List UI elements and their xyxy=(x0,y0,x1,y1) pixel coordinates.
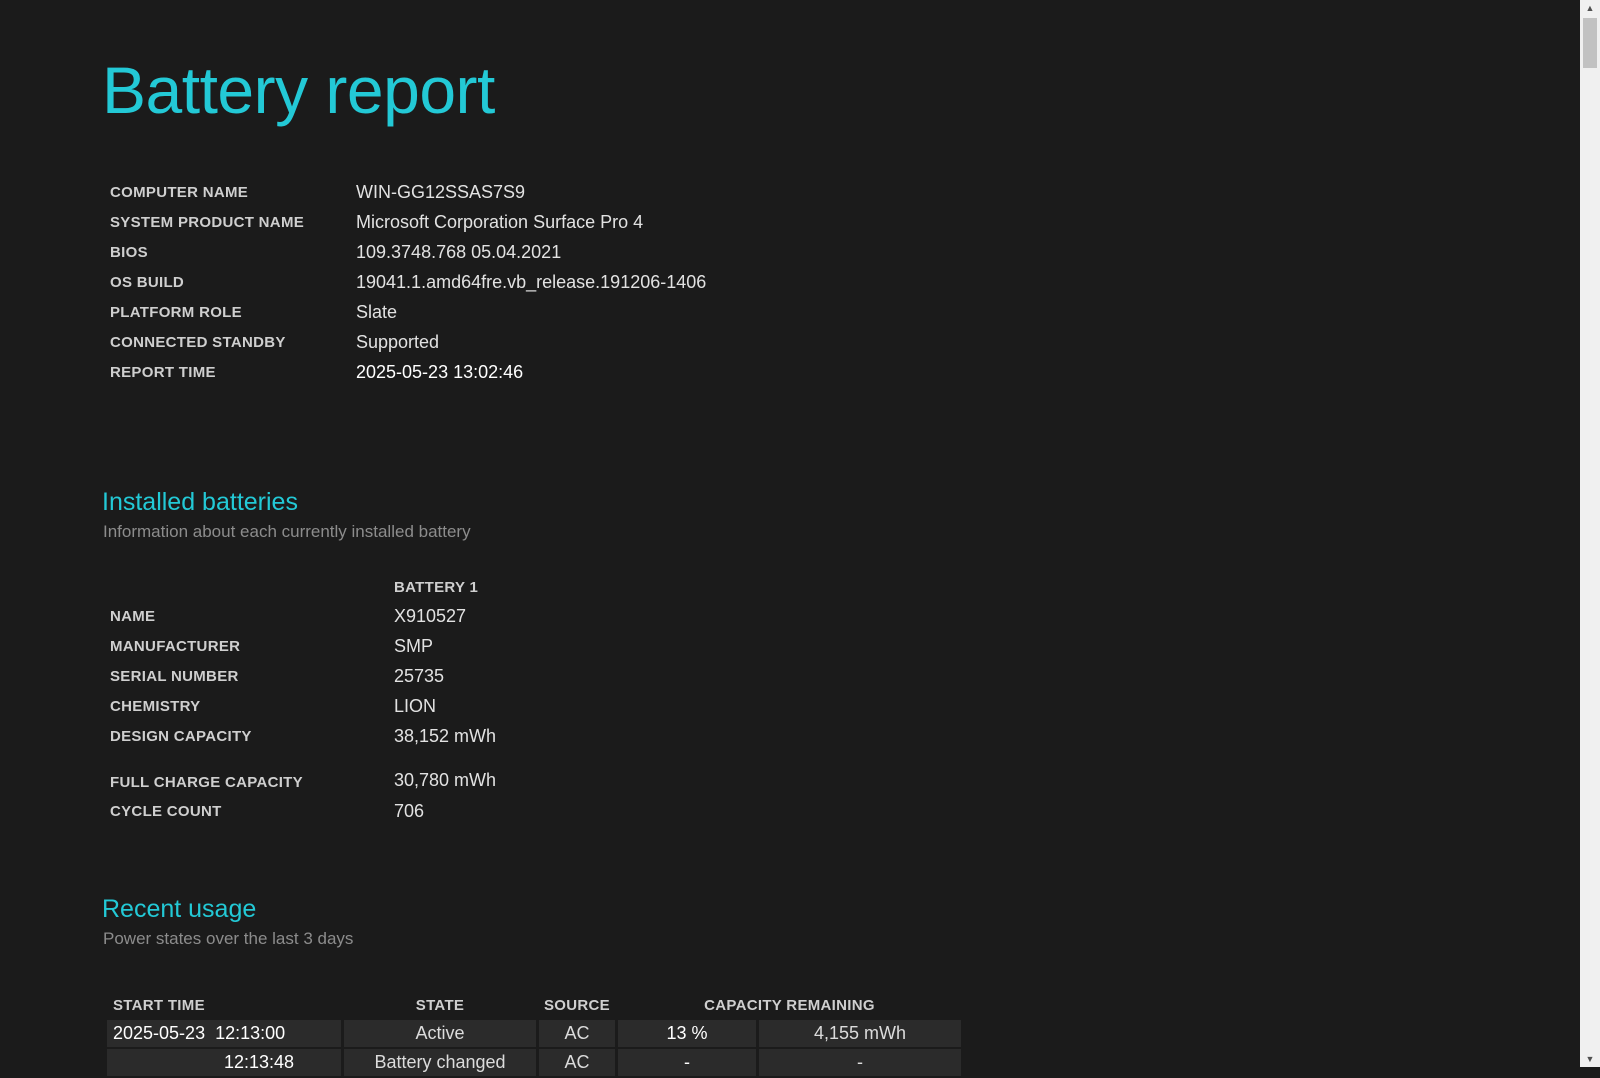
capacity-remaining-header: CAPACITY REMAINING xyxy=(704,996,875,1014)
system-value: WIN-GG12SSAS7S9 xyxy=(356,181,526,202)
system-label: BIOS xyxy=(110,243,148,261)
battery-label: SERIAL NUMBER xyxy=(110,667,239,685)
recent-usage-table: START TIME STATE SOURCE CAPACITY REMAINI… xyxy=(104,990,964,1078)
battery-value: LION xyxy=(394,695,437,716)
system-label: OS BUILD xyxy=(110,273,185,291)
system-label: PLATFORM ROLE xyxy=(110,303,242,321)
battery-label: NAME xyxy=(110,607,156,625)
usage-row: 2025-05-23 12:13:00 Active AC 13 % 4,155… xyxy=(107,1020,961,1047)
usage-source: AC xyxy=(539,1049,615,1076)
system-row: SYSTEM PRODUCT NAME Microsoft Corporatio… xyxy=(110,207,706,237)
installed-batteries-heading: Installed batteries xyxy=(102,488,298,516)
usage-capacity-mwh: 4,155 mWh xyxy=(759,1020,961,1047)
battery-value: 25735 xyxy=(394,665,445,686)
usage-row: 12:13:48 Battery changed AC - - xyxy=(107,1049,961,1076)
source-header: SOURCE xyxy=(544,996,610,1014)
battery-label: DESIGN CAPACITY xyxy=(110,727,252,745)
system-row: OS BUILD 19041.1.amd64fre.vb_release.191… xyxy=(110,267,706,297)
usage-start-time: 12:13:48 xyxy=(107,1049,341,1076)
system-value: Slate xyxy=(356,301,398,322)
battery-column-header: BATTERY 1 xyxy=(394,578,479,596)
battery-value: 30,780 mWh xyxy=(394,770,497,790)
battery-value: X910527 xyxy=(394,605,467,626)
battery-label: CYCLE COUNT xyxy=(110,802,222,820)
battery-row: CYCLE COUNT 706 xyxy=(110,796,496,826)
blank-header xyxy=(110,573,394,601)
usage-state: Battery changed xyxy=(344,1049,536,1076)
page-title: Battery report xyxy=(102,53,495,127)
state-header: STATE xyxy=(415,996,465,1014)
usage-source: AC xyxy=(539,1020,615,1047)
system-value: Supported xyxy=(356,331,440,352)
system-value: 19041.1.amd64fre.vb_release.191206-1406 xyxy=(356,271,707,292)
usage-state: Active xyxy=(344,1020,536,1047)
battery-report-page: Battery report COMPUTER NAME WIN-GG12SSA… xyxy=(0,0,1580,1076)
battery-header-row: BATTERY 1 xyxy=(110,573,496,601)
scroll-down-arrow-icon[interactable]: ▼ xyxy=(1580,1051,1600,1067)
usage-capacity-mwh: - xyxy=(759,1049,961,1076)
battery-row: NAME X910527 xyxy=(110,601,496,631)
system-value: Microsoft Corporation Surface Pro 4 xyxy=(356,211,644,232)
battery-value: 706 xyxy=(394,800,425,821)
system-row: CONNECTED STANDBY Supported xyxy=(110,327,706,357)
battery-label: CHEMISTRY xyxy=(110,697,201,715)
usage-capacity-percent: - xyxy=(618,1049,756,1076)
battery-row: CHEMISTRY LION xyxy=(110,691,496,721)
usage-start-time: 2025-05-23 12:13:00 xyxy=(107,1020,341,1047)
usage-time: 12:13:00 xyxy=(215,1023,286,1043)
usage-time: 12:13:48 xyxy=(224,1052,295,1072)
installed-batteries-table: BATTERY 1 NAME X910527 MANUFACTURER SMP … xyxy=(110,573,496,826)
system-value: 109.3748.768 05.04.2021 xyxy=(356,241,562,262)
recent-usage-heading: Recent usage xyxy=(102,895,257,923)
battery-label: MANUFACTURER xyxy=(110,637,241,655)
system-label: REPORT TIME xyxy=(110,363,216,381)
system-label: CONNECTED STANDBY xyxy=(110,333,286,351)
system-row: BIOS 109.3748.768 05.04.2021 xyxy=(110,237,706,267)
scroll-up-arrow-icon[interactable]: ▲ xyxy=(1580,0,1600,16)
installed-batteries-subtitle: Information about each currently install… xyxy=(103,522,471,541)
battery-label: FULL CHARGE CAPACITY xyxy=(110,774,303,791)
usage-header-row: START TIME STATE SOURCE CAPACITY REMAINI… xyxy=(107,992,961,1018)
battery-row: FULL CHARGE CAPACITY 30,780 mWh xyxy=(110,751,496,796)
system-row: COMPUTER NAME WIN-GG12SSAS7S9 xyxy=(110,177,706,207)
start-time-header: START TIME xyxy=(113,996,205,1014)
report-time-value: 2025-05-23 13:02:46 xyxy=(356,361,524,382)
usage-capacity-percent: 13 % xyxy=(618,1020,756,1047)
battery-row: SERIAL NUMBER 25735 xyxy=(110,661,496,691)
vertical-scrollbar[interactable]: ▲ ▼ xyxy=(1580,0,1600,1067)
battery-row: DESIGN CAPACITY 38,152 mWh xyxy=(110,721,496,751)
system-info-table: COMPUTER NAME WIN-GG12SSAS7S9 SYSTEM PRO… xyxy=(110,177,706,387)
battery-value: 38,152 mWh xyxy=(394,725,497,746)
system-row: REPORT TIME 2025-05-23 13:02:46 xyxy=(110,357,706,387)
battery-row: MANUFACTURER SMP xyxy=(110,631,496,661)
system-label: COMPUTER NAME xyxy=(110,183,249,201)
scrollbar-thumb[interactable] xyxy=(1583,18,1597,68)
system-label: SYSTEM PRODUCT NAME xyxy=(110,213,305,231)
battery-value: SMP xyxy=(394,635,434,656)
system-row: PLATFORM ROLE Slate xyxy=(110,297,706,327)
usage-date: 2025-05-23 xyxy=(113,1023,206,1043)
recent-usage-subtitle: Power states over the last 3 days xyxy=(103,929,354,948)
